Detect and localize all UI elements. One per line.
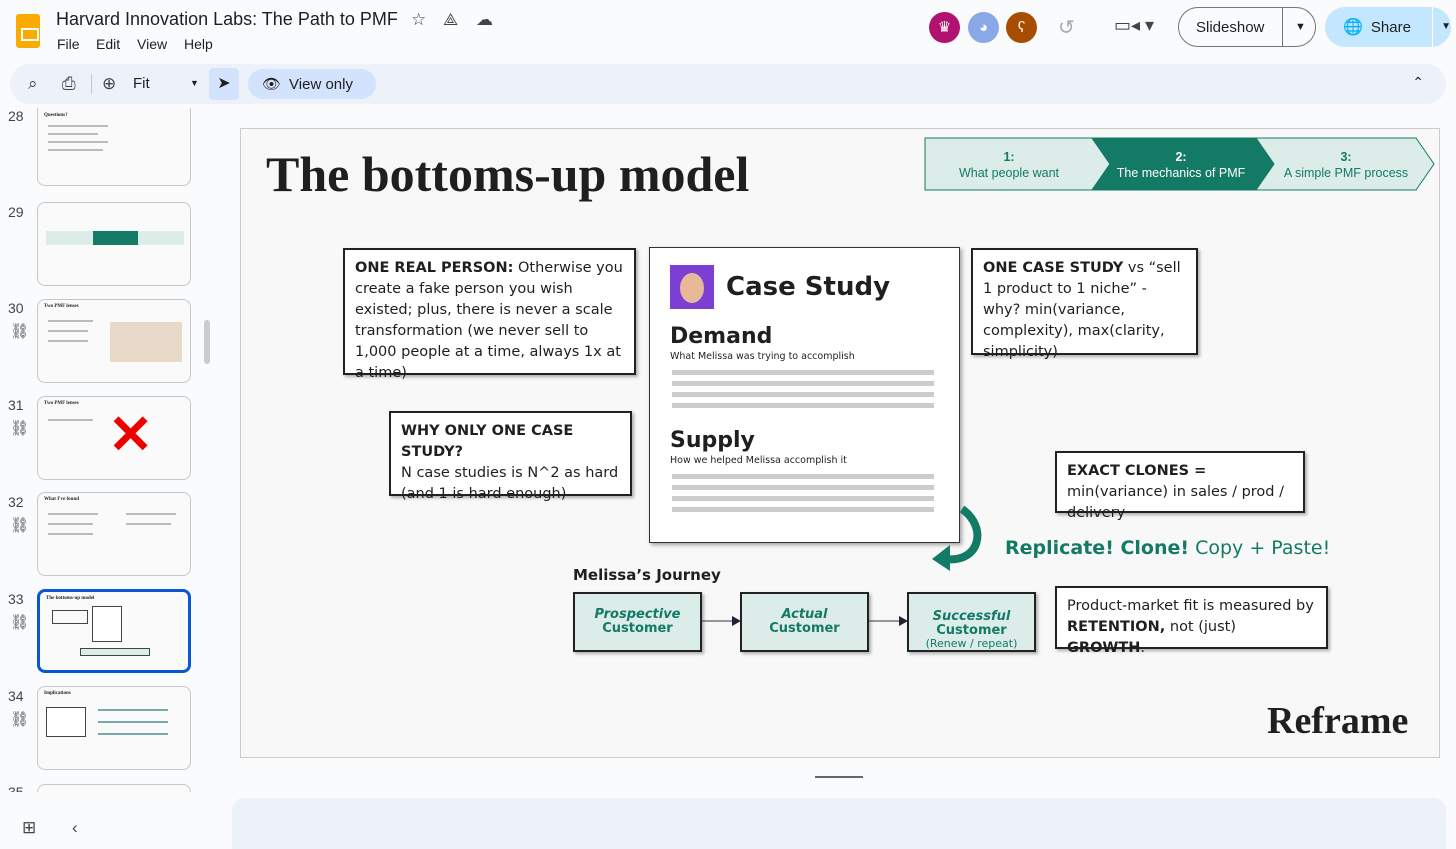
slide-thumbnail-selected[interactable]: The bottoms-up model [37,589,191,673]
thumb-title: What I've found [44,497,80,502]
slides-logo[interactable] [16,14,40,48]
chevron-down-icon[interactable]: ▼ [1282,8,1306,46]
share-button[interactable]: 🌐 Share ▼ [1325,7,1451,47]
case-study-document: Case Study Demand What Melissa was tryin… [649,247,960,543]
avatar[interactable]: ʕ [1006,12,1037,43]
chevron-down-icon[interactable]: ▼ [1432,7,1451,47]
slide-number: 33 [8,591,24,607]
share-label: Share [1370,18,1411,36]
menu-view[interactable]: View [137,36,167,52]
thumb-title: The bottoms-up model [46,596,95,601]
view-only-label: View only [289,75,353,93]
filmstrip-scrollbar[interactable] [204,320,210,364]
cloud-saved-icon[interactable]: ☁ [476,10,493,30]
document-title[interactable]: Harvard Innovation Labs: The Path to PMF [56,9,398,30]
step-3-label: 3: A simple PMF process [1283,150,1409,180]
collapse-sidebar-icon[interactable]: ‹ [72,818,78,838]
thumb-title: Two PMF lenses [44,401,79,406]
arrow-icon [869,616,908,626]
thumb-title: Two PMF lenses [44,304,79,309]
slide-canvas: The bottoms-up model 1: What people want … [240,128,1440,758]
supply-subtitle: How we helped Melissa accomplish it [670,455,847,466]
menu-file[interactable]: File [57,36,80,52]
slide-thumbnail[interactable] [37,202,191,286]
star-icon[interactable]: ☆ [411,10,426,30]
toolbar: ⌕ ⎙ ⊕ Fit ▼ ➤ 👁 View only ⌃ [10,64,1446,104]
callout-why-one: WHY ONLY ONE CASE STUDY? N case studies i… [389,411,632,502]
supply-heading: Supply [670,428,755,453]
slide-thumbnail[interactable]: Two PMF lenses ✕ [37,396,191,480]
select-pointer-icon[interactable]: ➤ [209,68,239,100]
globe-icon: 🌐 [1343,19,1363,36]
reframe-logo: Reframe [1267,700,1409,742]
slide-number: 30 [8,300,24,316]
video-call-icon[interactable]: ▭◂ ▾ [1114,15,1154,36]
thumb-title: Implications [44,691,71,696]
demand-subtitle: What Melissa was trying to accomplish [670,351,855,362]
slide-number: 31 [8,397,24,413]
slideshow-button[interactable]: Slideshow ▼ [1178,7,1316,47]
callout-one-case-study: ONE CASE STUDY vs “sell 1 product to 1 n… [971,248,1198,360]
step-2-label: 2: The mechanics of PMF [1116,150,1246,180]
step-1-label: 1: What people want [958,150,1060,180]
eye-icon: 👁 [262,76,282,93]
slide-number: 35 [8,784,24,792]
arrow-icon [702,616,741,626]
slide-thumbnail[interactable]: Two PMF lenses [37,299,191,383]
avatar[interactable]: ◕ [968,12,999,43]
slide-thumbnail[interactable]: Implications [37,686,191,770]
grid-view-icon[interactable]: ⊞ [22,818,36,838]
link-icon: ⛓ [10,711,30,728]
speaker-notes-panel[interactable] [232,798,1446,849]
slide-thumbnail[interactable]: Questions? [37,108,191,186]
history-icon[interactable]: ↺ [1058,15,1075,40]
avatar[interactable]: ♛ [929,12,960,43]
journey-step-prospective: Prospective Customer [573,592,702,652]
journey-step-actual: Actual Customer [740,592,869,652]
slide-thumbnail[interactable] [37,784,191,792]
journey-label: Melissa’s Journey [573,566,721,584]
slide-thumbnail[interactable]: What I've found [37,492,191,576]
link-icon: ⛓ [10,420,30,437]
resize-handle[interactable] [815,776,863,778]
search-icon[interactable]: ⌕ [28,74,38,94]
slide-number: 29 [8,204,24,220]
zoom-icon[interactable]: ⊕ [102,74,116,94]
demand-heading: Demand [670,324,773,349]
slide-number: 34 [8,688,24,704]
menu-edit[interactable]: Edit [96,36,120,52]
replicate-arrow-icon [932,505,982,571]
replicate-text: Replicate! Clone! Copy + Paste! [1005,537,1331,559]
print-icon[interactable]: ⎙ [62,74,76,94]
slide-title: The bottoms-up model [266,146,750,202]
slide-number: 28 [8,108,24,124]
view-only-badge[interactable]: 👁 View only [248,69,376,99]
zoom-select[interactable]: Fit [133,75,150,92]
melissa-photo [670,265,714,309]
collapse-toolbar-icon[interactable]: ⌃ [1412,74,1424,91]
callout-one-real-person: ONE REAL PERSON: Otherwise you create a … [343,248,636,381]
case-study-title: Case Study [726,272,891,302]
link-icon: ⛓ [10,517,30,534]
link-icon: ⛓ [10,323,30,340]
divider [91,74,92,94]
pmf-callout: Product-market fit is measured by RETENT… [1055,586,1328,656]
link-icon: ⛓ [10,614,30,631]
menu-help[interactable]: Help [184,36,213,52]
slideshow-label: Slideshow [1196,18,1265,36]
move-to-drive-icon[interactable]: ⟁ [443,10,458,30]
callout-exact-clones: EXACT CLONES = min(variance) in sales / … [1055,451,1305,521]
thumb-title: Questions? [44,113,68,118]
journey-step-successful: Successful Customer (Renew / repeat) [907,592,1036,652]
slide-number: 32 [8,494,24,510]
chevron-down-icon[interactable]: ▼ [190,78,199,88]
